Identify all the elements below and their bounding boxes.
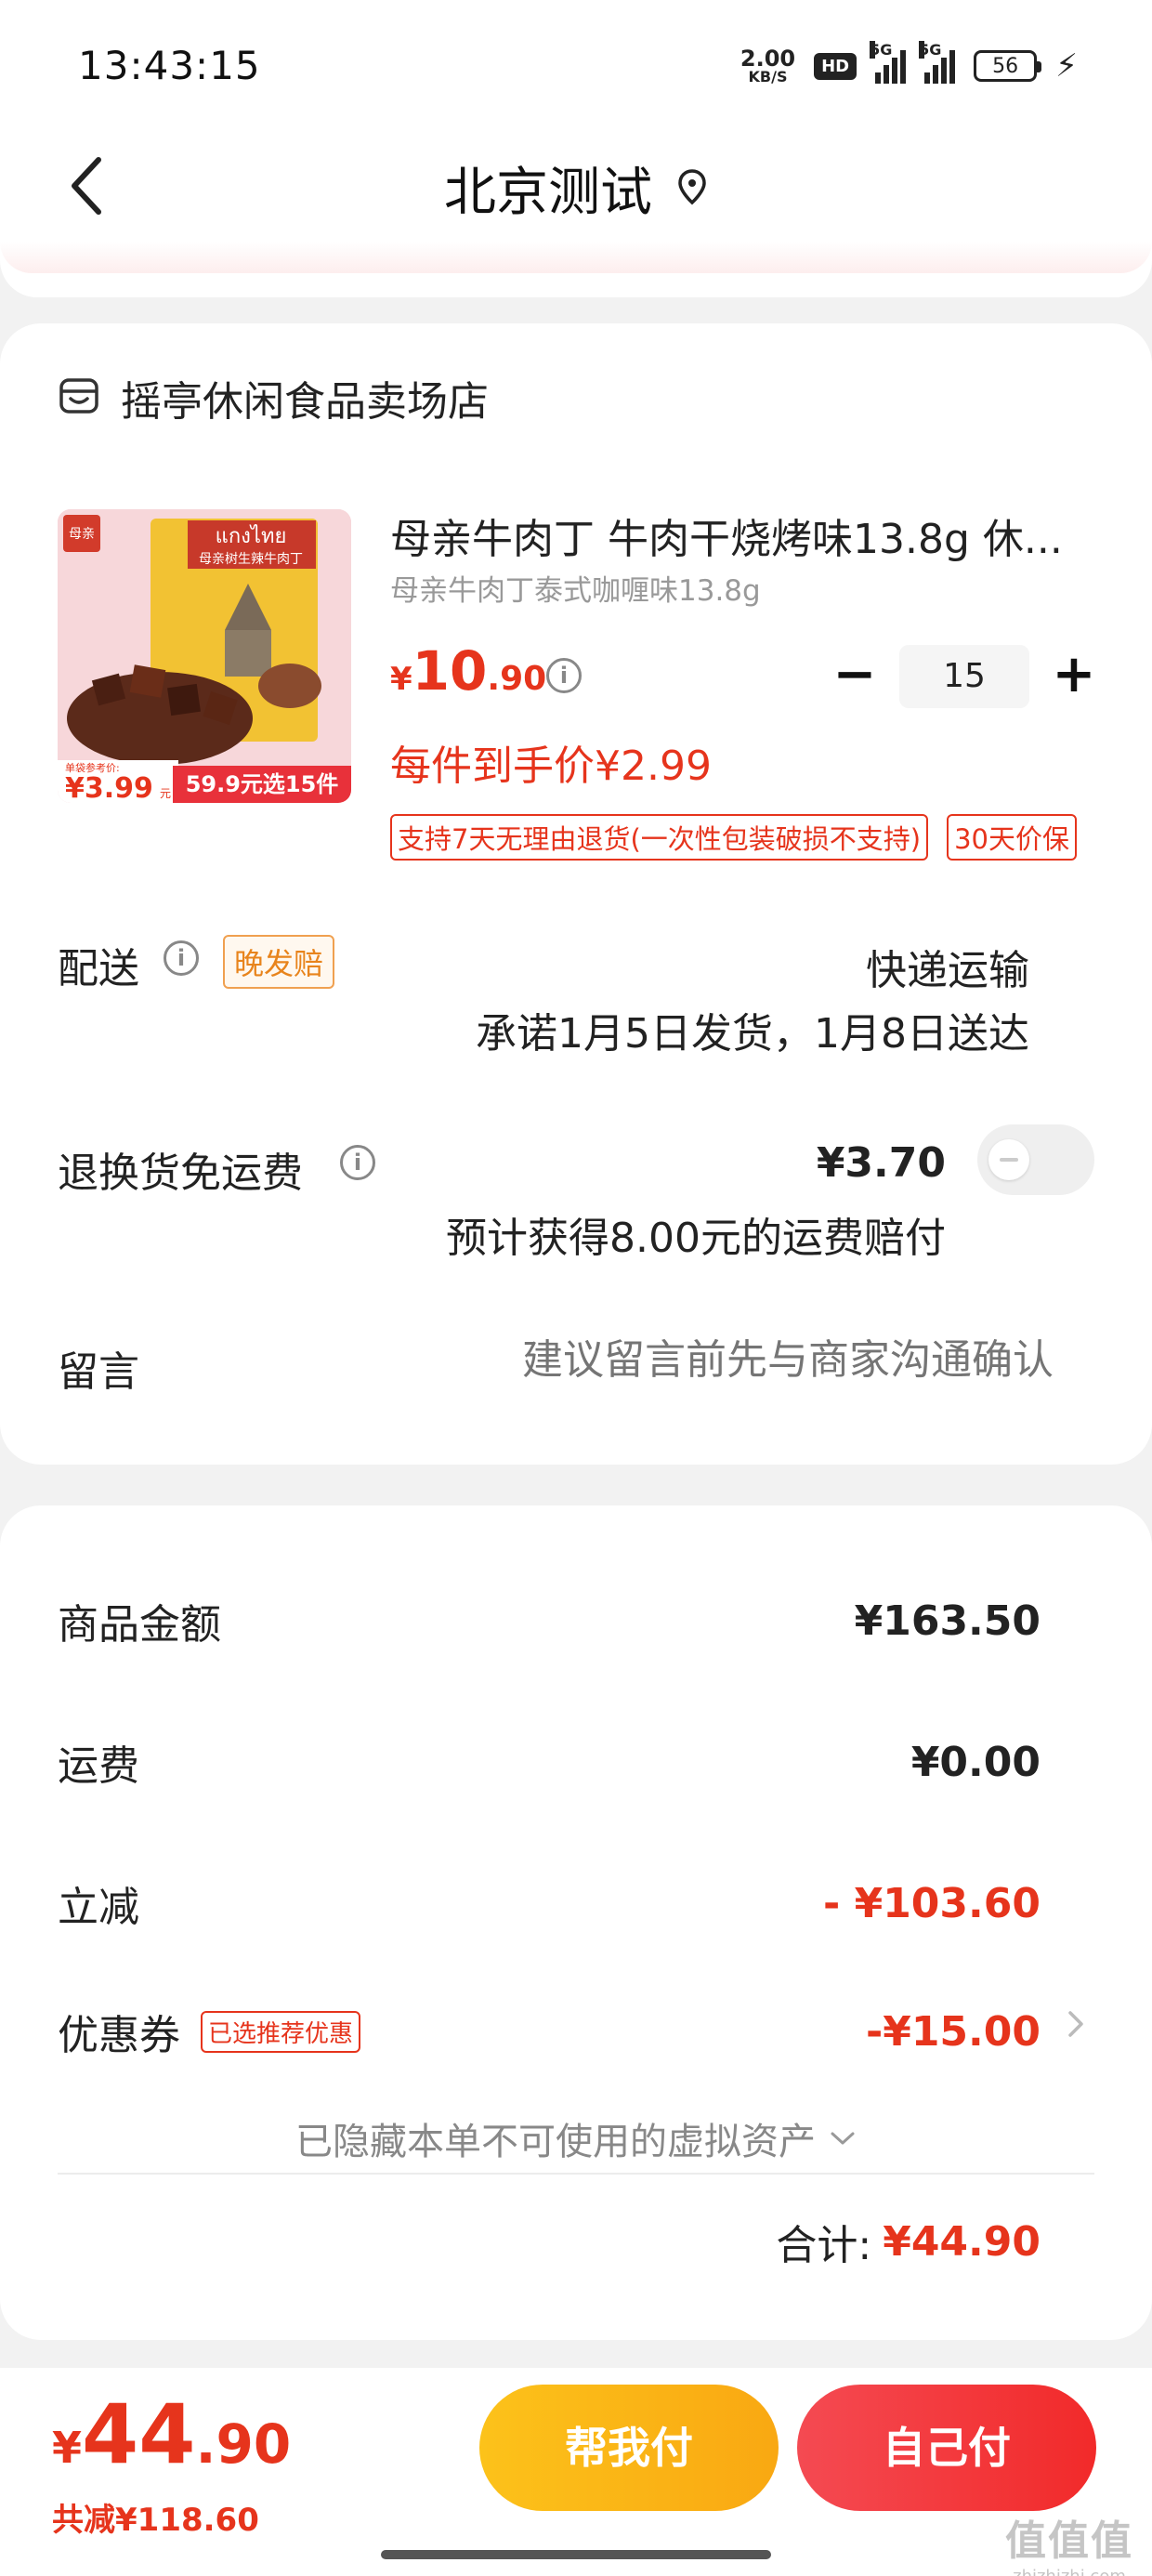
page-title: 北京测试 (444, 163, 652, 223)
store-name: 摇亭休闲食品卖场店 (121, 378, 489, 426)
hidden-assets-label: 已隐藏本单不可使用的虚拟资产 (295, 2121, 816, 2163)
goods-amount-label: 商品金额 (58, 1601, 221, 1649)
goods-amount-row: 商品金额 ¥163.50 (58, 1591, 1041, 1650)
image-promo: 59.9元选15件 (186, 771, 339, 797)
shipping-value: ¥0.00 (910, 1738, 1041, 1786)
total-row: 合计: ¥44.90 (776, 2212, 1041, 2271)
return-policy-tag: 支持7天无理由退货(一次性包装破损不支持) (390, 814, 929, 861)
watermark-text: 值值值 (1005, 2517, 1133, 2565)
return-shipping-price: ¥3.70 (816, 1139, 946, 1187)
discount-row: 立减 - ¥103.60 (58, 1873, 1041, 1933)
coupon-label: 优惠券 (58, 2012, 180, 2059)
checkout-bar: ¥ 44 .90 共减¥118.60 帮我付 自己付 值值值 zhizhizhi… (0, 2368, 1152, 2576)
return-shipping-compensation: 预计获得8.00元的运费赔付 (446, 1215, 946, 1262)
signal-label: 5G (870, 41, 893, 59)
coupon-value: -¥15.00 (865, 2007, 1041, 2056)
status-icons: 2.00 KB/S HD 5G 5G 56 ⚡ (740, 41, 1078, 89)
final-price-symbol: ¥ (52, 2423, 83, 2473)
unit-price: 每件到手价¥2.99 (390, 743, 712, 790)
delivery-method[interactable]: 快递运输 (866, 937, 1029, 996)
product-title[interactable]: 母亲牛肉丁 牛肉干烧烤味13.8g 休... (390, 506, 1078, 565)
memo-label: 留言 (58, 1348, 139, 1396)
goods-amount-value: ¥163.50 (854, 1597, 1041, 1645)
network-speed: 2.00 KB/S (740, 47, 795, 85)
shipping-row: 运费 ¥0.00 (58, 1732, 1041, 1792)
price-protection-tag: 30天价保 (947, 814, 1077, 861)
image-banner-sub: 母亲树生辣牛肉丁 (199, 552, 303, 567)
coupon-row[interactable]: 优惠券 已选推荐优惠 -¥15.00 (58, 2002, 1041, 2061)
product-sku[interactable]: 母亲牛肉丁泰式咖喱味13.8g (390, 567, 761, 609)
charging-icon: ⚡ (1055, 47, 1078, 85)
delivery-label: 配送 (58, 945, 139, 992)
final-price-decimal: .90 (195, 2412, 292, 2476)
status-bar: 13:43:15 2.00 KB/S HD 5G 5G 56 ⚡ (0, 0, 1152, 130)
total-saved: 共减¥118.60 (52, 2502, 259, 2539)
late-compensation-badge: 晚发赔 (223, 935, 335, 989)
product-price: ¥ 10 .90 (390, 639, 546, 703)
location-pin-icon (676, 158, 708, 218)
chevron-right-icon[interactable] (1065, 2005, 1087, 2046)
image-ref-price: ¥3.99 (65, 772, 153, 803)
decrease-button[interactable]: − (827, 649, 883, 704)
total-value: ¥44.90 (883, 2217, 1041, 2266)
store-header[interactable]: 摇亭休闲食品卖场店 (58, 368, 489, 427)
address-selector[interactable]: 北京测试 (444, 151, 708, 226)
shipping-label: 运费 (58, 1742, 139, 1790)
price-decimal: .90 (487, 660, 547, 698)
discount-label: 立减 (58, 1884, 139, 1931)
return-shipping-label: 退换货免运费 (58, 1150, 303, 1197)
hidden-assets-toggle[interactable]: 已隐藏本单不可使用的虚拟资产 (0, 2111, 1152, 2165)
increase-button[interactable]: + (1046, 649, 1102, 704)
chevron-down-icon (831, 2132, 855, 2145)
memo-input[interactable] (459, 1336, 1054, 1384)
return-shipping-toggle[interactable] (977, 1124, 1094, 1195)
home-indicator[interactable] (381, 2550, 771, 2559)
image-brand-logo: 母亲 (69, 527, 95, 542)
product-image[interactable]: แกงไทย 母亲树生辣牛肉丁 母亲 单袋参考价: ¥3.99 元 59.9元选… (58, 509, 351, 803)
final-price-integer: 44 (82, 2386, 196, 2482)
price-integer: 10 (412, 639, 488, 703)
watermark-url: zhizhizhi.com (1005, 2567, 1133, 2576)
image-ref-unit: 元 (160, 787, 171, 800)
network-speed-unit: KB/S (748, 68, 788, 85)
watermark-logo: 值值值 zhizhizhi.com (1005, 2507, 1133, 2576)
battery-icon: 56 (974, 50, 1042, 82)
order-item-card: 摇亭休闲食品卖场店 แกงไทย 母亲树生辣牛肉丁 母亲 单袋参考价: ¥3.9… (0, 323, 1152, 1465)
service-tags: 支持7天无理由退货(一次性包装破损不支持) 30天价保 (390, 814, 1077, 861)
summary-divider (58, 2173, 1094, 2175)
final-price: ¥ 44 .90 (52, 2386, 291, 2482)
total-label: 合计: (776, 2222, 872, 2269)
coupon-badge: 已选推荐优惠 (201, 2010, 361, 2053)
pay-myself-button[interactable]: 自己付 (797, 2385, 1096, 2511)
nav-bar: 北京测试 (0, 130, 1152, 242)
toggle-knob (988, 1139, 1029, 1180)
address-card-bottom (0, 242, 1152, 297)
return-shipping-info-icon[interactable]: i (340, 1145, 375, 1180)
status-time: 13:43:15 (78, 43, 261, 88)
help-me-pay-button[interactable]: 帮我付 (479, 2385, 779, 2511)
image-banner-title: แกงไทย (216, 524, 287, 548)
hd-icon: HD (814, 52, 857, 80)
discount-value: - ¥103.60 (823, 1879, 1041, 1927)
signal-label-2: 5G (919, 41, 942, 59)
delivery-info-icon[interactable]: i (164, 940, 199, 976)
signal-icon: 5G (870, 41, 907, 84)
network-speed-value: 2.00 (740, 46, 796, 72)
store-icon (58, 375, 100, 421)
signal-icon-2: 5G (919, 41, 956, 84)
price-info-icon[interactable]: i (546, 658, 582, 693)
quantity-input[interactable]: 15 (899, 645, 1029, 708)
delivery-promise: 承诺1月5日发货，1月8日送达 (476, 1010, 1029, 1058)
price-symbol: ¥ (390, 661, 412, 698)
quantity-stepper: − 15 + (827, 645, 1102, 708)
